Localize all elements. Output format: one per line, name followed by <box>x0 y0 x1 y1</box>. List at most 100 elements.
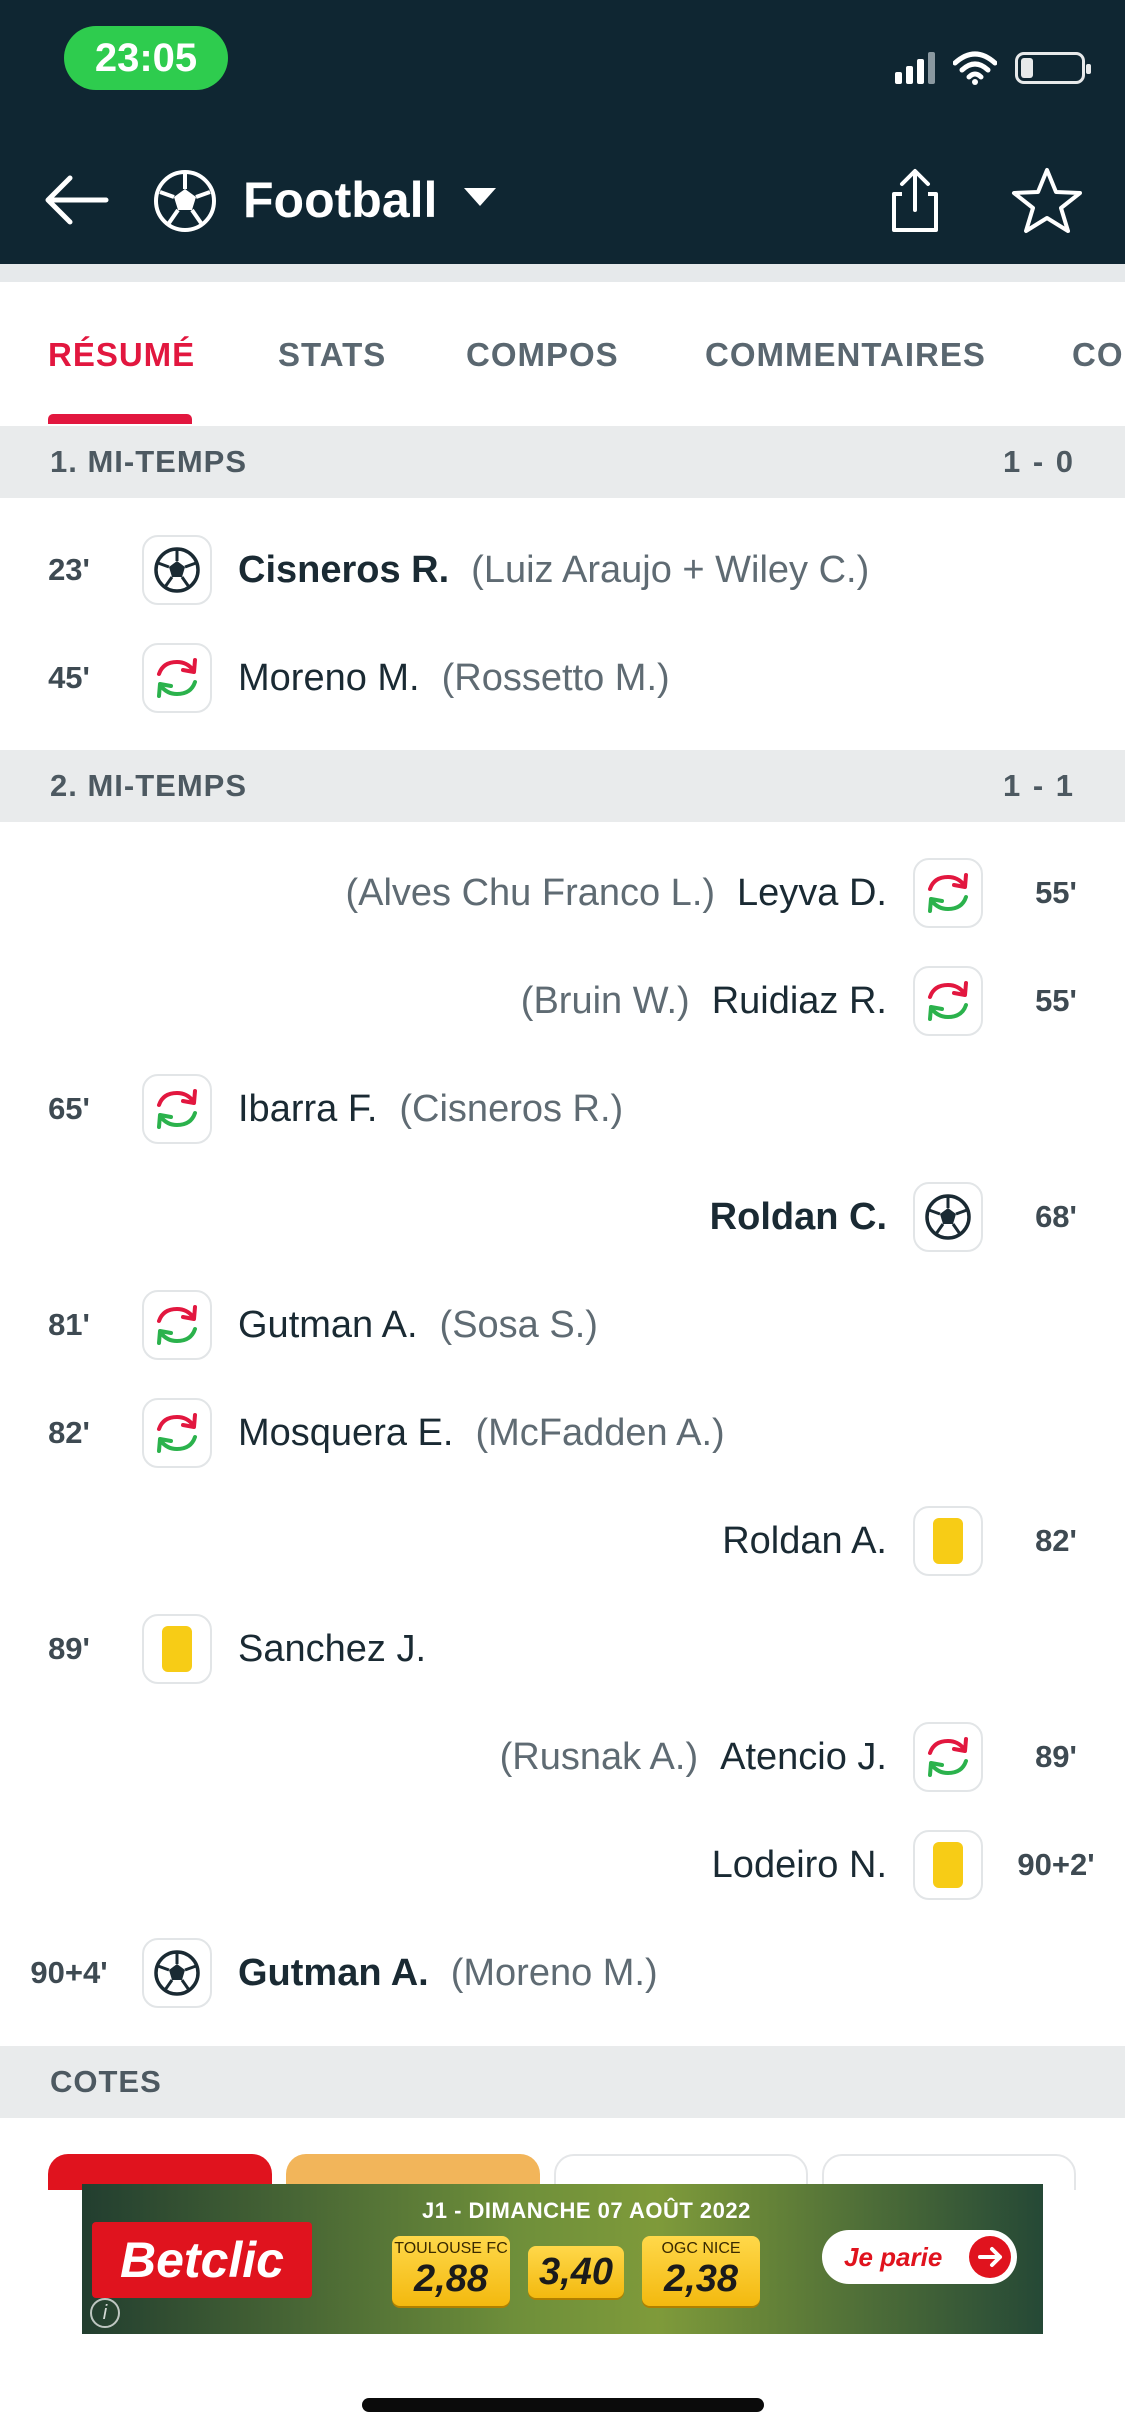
incident-row: 82' Mosquera E. (McFadden A.) <box>0 1383 1125 1483</box>
back-button[interactable] <box>40 164 120 236</box>
incident-detail: (Luiz Araujo + Wiley C.) <box>471 549 870 591</box>
ad-cta-label: Je parie <box>844 2242 943 2272</box>
incident-text: Roldan A. <box>722 1491 887 1599</box>
home-indicator[interactable] <box>362 2398 764 2412</box>
ad-odd-value: 2,38 <box>664 2258 738 2300</box>
substitution-icon <box>142 643 212 713</box>
incident-minute: 65' <box>48 1091 90 1126</box>
incident-minute: 82' <box>48 1415 90 1450</box>
substitution-icon <box>913 1722 983 1792</box>
status-time: 23:05 <box>64 26 228 90</box>
player-name[interactable]: Leyva D. <box>737 872 887 914</box>
incident-minute: 55' <box>1035 983 1077 1018</box>
section-score: 1 - 0 <box>1002 444 1075 479</box>
ad-odd-value: 2,88 <box>414 2258 488 2300</box>
ad-headline: J1 - DIMANCHE 07 AOÛT 2022 <box>422 2198 751 2223</box>
incident-minute: 90+2' <box>1017 1847 1095 1882</box>
arrow-right-icon <box>969 2236 1011 2278</box>
tab-compos[interactable]: COMPOS <box>466 336 619 374</box>
ad-cta-button[interactable]: Je parie <box>822 2230 1017 2284</box>
yellow-card-icon <box>142 1614 212 1684</box>
football-icon <box>913 1182 983 1252</box>
football-icon <box>142 535 212 605</box>
star-icon <box>1012 168 1082 233</box>
info-icon[interactable]: i <box>90 2298 120 2328</box>
section-label: COTES <box>50 2064 162 2099</box>
incident-minute: 89' <box>1035 1739 1077 1774</box>
tab-bar: RÉSUMÉ STATS COMPOS COMMENTAIRES CO <box>0 282 1125 424</box>
incident-detail: (Rossetto M.) <box>441 657 670 699</box>
substitution-icon <box>142 1398 212 1468</box>
player-name[interactable]: Gutman A. <box>238 1304 418 1346</box>
navigation-bar: Football <box>0 150 1125 250</box>
incident-row: 55' (Bruin W.) Ruidiaz R. <box>0 951 1125 1051</box>
player-name[interactable]: Ruidiaz R. <box>712 980 887 1022</box>
incident-minute: 82' <box>1035 1523 1077 1558</box>
tab-resume[interactable]: RÉSUMÉ <box>48 336 195 374</box>
substitution-icon <box>913 966 983 1036</box>
incident-text: Lodeiro N. <box>712 1815 887 1923</box>
incident-minute: 68' <box>1035 1199 1077 1234</box>
header-divider <box>0 264 1125 282</box>
ad-odd-value: 3,40 <box>539 2251 613 2293</box>
player-name[interactable]: Gutman A. <box>238 1952 429 1994</box>
favorite-button[interactable] <box>1010 164 1084 236</box>
tab-stats[interactable]: STATS <box>278 336 386 374</box>
player-name[interactable]: Moreno M. <box>238 657 420 699</box>
incident-detail: (Sosa S.) <box>439 1304 598 1346</box>
player-name[interactable]: Ibarra F. <box>238 1088 377 1130</box>
player-name[interactable]: Sanchez J. <box>238 1628 426 1670</box>
incident-text: Roldan C. <box>710 1167 887 1275</box>
ad-brand-logo: Betclic <box>92 2222 312 2298</box>
incident-row: 55' (Alves Chu Franco L.) Leyva D. <box>0 843 1125 943</box>
incident-detail: (McFadden A.) <box>475 1412 725 1454</box>
active-tab-indicator <box>48 414 192 424</box>
incident-detail: (Alves Chu Franco L.) <box>345 872 716 914</box>
incident-row: 90+4' Gutman A. (Moreno M.) <box>0 1923 1125 2023</box>
section-label: 2. MI-TEMPS <box>50 768 248 803</box>
incident-minute: 45' <box>48 660 90 695</box>
player-name[interactable]: Roldan C. <box>710 1196 887 1238</box>
status-icons <box>895 48 1091 88</box>
incident-row: 81' Gutman A. (Sosa S.) <box>0 1275 1125 1375</box>
player-name[interactable]: Lodeiro N. <box>712 1844 887 1886</box>
incident-minute: 89' <box>48 1631 90 1666</box>
section-score: 1 - 1 <box>1002 768 1075 803</box>
substitution-icon <box>142 1290 212 1360</box>
section-second-half: 2. MI-TEMPS 1 - 1 <box>0 750 1125 822</box>
substitution-icon <box>913 858 983 928</box>
tab-commentaires[interactable]: COMMENTAIRES <box>705 336 986 374</box>
football-icon <box>154 170 216 232</box>
share-icon <box>892 169 938 232</box>
incident-minute: 23' <box>48 552 90 587</box>
incident-text: Gutman A. (Moreno M.) <box>238 1923 658 2031</box>
incident-row: 68' Roldan C. <box>0 1167 1125 1267</box>
ad-odd-team: TOULOUSE FC <box>394 2240 508 2257</box>
arrow-left-icon <box>45 175 109 225</box>
incident-text: (Rusnak A.) Atencio J. <box>500 1707 887 1815</box>
wifi-icon <box>953 51 997 85</box>
incident-row: 23' Cisneros R. (Luiz Araujo + Wiley C.) <box>0 520 1125 620</box>
app-header: 23:05 Football <box>0 0 1125 264</box>
player-name[interactable]: Mosquera E. <box>238 1412 453 1454</box>
incident-text: Gutman A. (Sosa S.) <box>238 1275 598 1383</box>
incident-row: 82' Roldan A. <box>0 1491 1125 1591</box>
incident-text: Mosquera E. (McFadden A.) <box>238 1383 725 1491</box>
player-name[interactable]: Roldan A. <box>722 1520 887 1562</box>
ad-odd-draw: 3,40 <box>528 2246 624 2298</box>
tab-cotes-partial[interactable]: CO <box>1072 336 1124 374</box>
player-name[interactable]: Cisneros R. <box>238 549 449 591</box>
caret-down-icon[interactable] <box>460 182 500 212</box>
incident-row: 65' Ibarra F. (Cisneros R.) <box>0 1059 1125 1159</box>
incident-detail: (Moreno M.) <box>450 1952 658 1994</box>
incident-minute: 90+4' <box>30 1955 108 1990</box>
yellow-card-icon <box>913 1506 983 1576</box>
player-name[interactable]: Atencio J. <box>720 1736 887 1778</box>
ad-odd-away: OGC NICE 2,38 <box>642 2236 760 2306</box>
football-icon <box>142 1938 212 2008</box>
share-button[interactable] <box>880 164 950 236</box>
incident-row: 89' (Rusnak A.) Atencio J. <box>0 1707 1125 1807</box>
incident-minute: 81' <box>48 1307 90 1342</box>
betting-ad-banner[interactable]: Betclic J1 - DIMANCHE 07 AOÛT 2022 TOULO… <box>82 2184 1043 2334</box>
sport-title[interactable]: Football <box>243 166 437 234</box>
